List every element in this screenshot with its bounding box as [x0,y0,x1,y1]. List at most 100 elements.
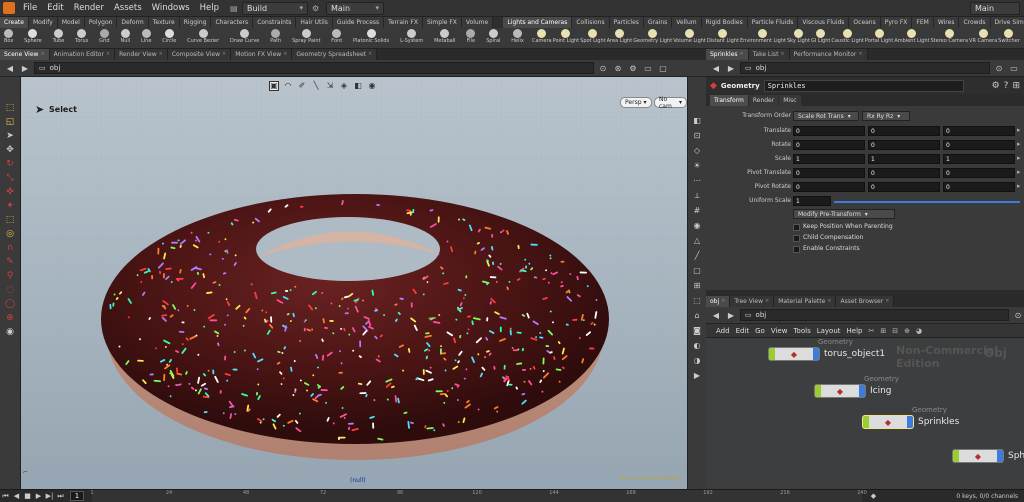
param-scale-y[interactable]: 1 [868,154,940,164]
scene-viewport[interactable]: ▣ ◠ ✐ ╲ ⇲ ◈ ◧ ◉ ➤ Select Persp ▾ No cam ▾ … [21,77,687,489]
menu-windows[interactable]: Windows [147,3,195,13]
tool-volume-light[interactable]: Volume Light [673,28,706,49]
param-pivot-translate-y[interactable]: 0 [868,168,940,178]
shelf-tab-drive-simulation[interactable]: Drive Simulation [990,17,1024,28]
tab-obj[interactable]: obj × [706,296,731,307]
normals-icon[interactable]: ⟂ [691,190,703,201]
jump-end-icon[interactable]: ⏭ [55,491,66,502]
shelf-tab-wires[interactable]: Wires [933,17,960,28]
light-icon[interactable]: ☀ [691,160,703,171]
tab-asset-browser[interactable]: Asset Browser × [836,296,895,307]
texture-icon[interactable]: ◧ [353,81,363,91]
node-display-flag[interactable] [815,385,821,397]
close-icon[interactable]: × [885,296,889,307]
shelf-tab-particle-fluids[interactable]: Particle Fluids [747,17,799,28]
step-back-icon[interactable]: ◀ [11,491,22,502]
tool-switcher[interactable]: Switcher [998,28,1020,49]
tool-spiral[interactable]: Spiral [486,28,500,49]
close-icon[interactable]: × [740,49,744,60]
viewer-path-field[interactable]: ▭ obj [34,62,594,74]
tool-point-light[interactable]: Point Light [553,28,579,49]
display-icon[interactable]: ◇ [691,145,703,156]
node-sph[interactable]: ◆ Sph [952,449,1024,463]
back-arrow-icon[interactable]: ◀ [710,62,722,74]
pointer-icon[interactable]: ➤ [3,130,17,141]
param-translate-x[interactable]: 0 [793,126,865,136]
channel-menu-icon[interactable]: ▸ [1017,182,1021,190]
lighting-icon[interactable]: ✐ [297,81,307,91]
shelf-tab-polygon[interactable]: Polygon [84,17,118,28]
channel-menu-icon[interactable]: ▸ [1017,154,1021,162]
link-icon[interactable]: ⊛ [612,62,624,74]
param-pivot-rotate-x[interactable]: 0 [793,182,865,192]
tool-stereo-camera[interactable]: Stereo Camera [931,28,968,49]
snap-icon[interactable]: ⊕ [904,327,910,335]
tab-misc[interactable]: Misc [779,95,801,106]
net-menu-add[interactable]: Add [716,327,730,335]
network-path-field[interactable]: ▭ obj [739,309,1010,321]
view-icon[interactable]: ◐ [691,340,703,351]
node-body[interactable]: ◆ [814,384,866,398]
home-icon[interactable]: ⌂ [691,310,703,321]
net-menu-help[interactable]: Help [847,327,863,335]
shelf-tab-lights-and-cameras[interactable]: Lights and Cameras [503,17,573,28]
record-icon[interactable]: ◉ [3,326,17,337]
magnet-icon[interactable]: ∩ [3,242,17,253]
shelf-tab-modify[interactable]: Modify [28,17,58,28]
tab-performance-monitor[interactable]: Performance Monitor × [789,49,868,60]
param-rotate-z[interactable]: 0 [943,140,1015,150]
keys-icon[interactable]: ◆ [868,491,879,502]
keep-position-checkbox[interactable] [793,224,800,231]
options-icon[interactable]: ⊞ [1012,81,1020,91]
select-tool-icon[interactable]: ⬚ [3,102,17,113]
layout-icon[interactable]: ⊟ [892,327,898,335]
color-icon[interactable]: ◕ [916,327,922,335]
tool-null[interactable]: Null [120,28,130,49]
shelf-tab-vellum[interactable]: Vellum [672,17,702,28]
tool-torus[interactable]: Torus [75,28,88,49]
tab-render-view[interactable]: Render View × [115,49,168,60]
node-display-flag[interactable] [863,416,869,428]
tool-camera[interactable]: Camera [532,28,552,49]
close-icon[interactable]: × [106,49,110,60]
backface-icon[interactable]: ╲ [311,81,321,91]
node-display-flag[interactable] [769,348,775,360]
close-icon[interactable]: × [858,49,862,60]
display-mode-icon[interactable]: ▣ [269,80,279,91]
tool-circle[interactable]: Circle [162,28,176,49]
close-icon[interactable]: × [159,49,163,60]
shelf-icon[interactable]: ▤ [230,4,242,13]
net-menu-edit[interactable]: Edit [736,327,750,335]
camera-settings-icon[interactable]: ◉ [367,81,377,91]
pose-tool-icon[interactable]: ✦ [3,200,17,211]
param-scale-x[interactable]: 1 [793,154,865,164]
desktop-dropdown[interactable]: Build ▾ [241,1,308,15]
ring-icon[interactable]: ◯ [3,298,17,309]
param-path-field[interactable]: ▭ obj [740,62,990,74]
channel-menu-icon[interactable]: ▸ [1017,126,1021,134]
shelf-tab-crowds[interactable]: Crowds [959,17,991,28]
menu-assets[interactable]: Assets [109,3,147,13]
tool-vr-camera[interactable]: VR Camera [969,28,997,49]
node-body[interactable]: ◆ [862,415,914,429]
node-render-flag[interactable] [907,416,913,428]
rotate-tool-icon[interactable]: ↻ [3,158,17,169]
shelf-tab-guide-process[interactable]: Guide Process [332,17,385,28]
tool-distant-light[interactable]: Distant Light [707,28,739,49]
numbers-icon[interactable]: # [691,205,703,216]
enable-constraints-checkbox[interactable] [793,246,800,253]
shadow-icon[interactable]: ⇲ [325,81,335,91]
forward-arrow-icon[interactable]: ▶ [19,62,31,74]
shelf-tab-model[interactable]: Model [57,17,85,28]
shelf-tab-texture[interactable]: Texture [148,17,180,28]
tab-geometry-spreadsheet[interactable]: Geometry Spreadsheet × [292,49,378,60]
node-name-field[interactable]: Sprinkles [763,80,964,92]
stop-icon[interactable]: ■ [22,491,33,502]
frame-icon[interactable]: ▢ [691,265,703,276]
shelf-tab-volume[interactable]: Volume [461,17,494,28]
node-body[interactable]: ◆ [768,347,820,361]
points-icon[interactable]: ⋯ [691,175,703,186]
tab-transform[interactable]: Transform [710,95,748,106]
tool-sky-light[interactable]: Sky Light [787,28,810,49]
node-render-flag[interactable] [997,450,1003,462]
